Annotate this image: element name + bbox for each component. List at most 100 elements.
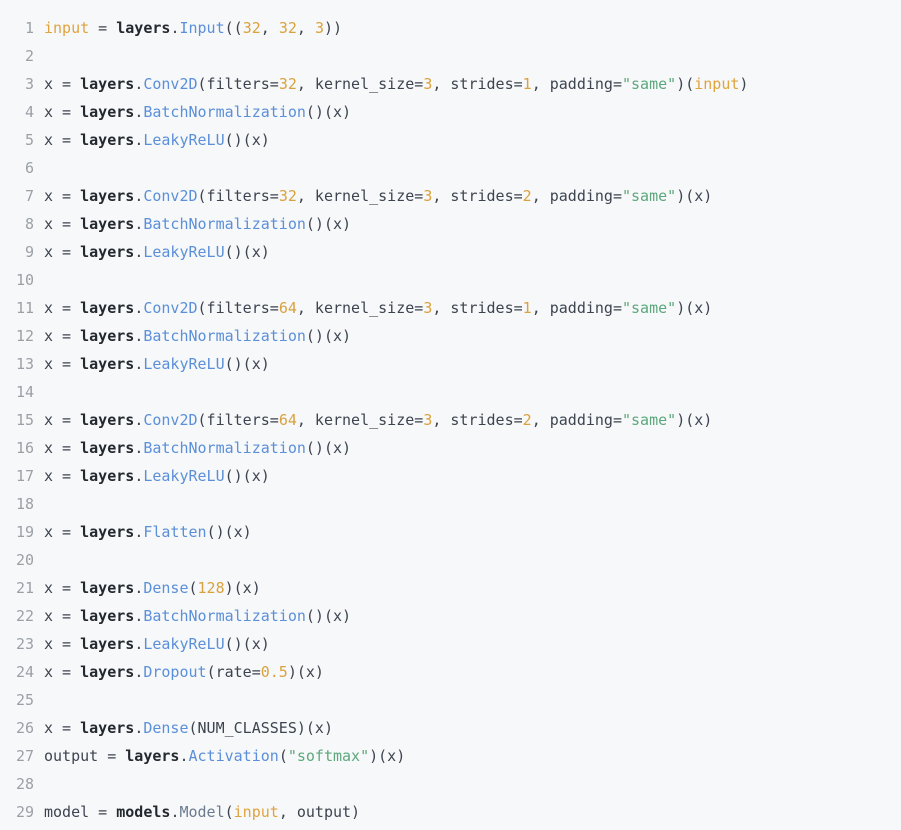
line-number: 9 <box>0 238 44 266</box>
line-number: 19 <box>0 518 44 546</box>
token-num: 32 <box>279 19 297 37</box>
line-number: 4 <box>0 98 44 126</box>
token-plain: (filters= <box>198 187 279 205</box>
code-line[interactable]: 21x = layers.Dense(128)(x) <box>0 574 901 602</box>
code-line[interactable]: 3x = layers.Conv2D(filters=32, kernel_si… <box>0 70 901 98</box>
token-plain: , padding= <box>532 411 622 429</box>
line-number: 27 <box>0 742 44 770</box>
code-line[interactable]: 26x = layers.Dense(NUM_CLASSES)(x) <box>0 714 901 742</box>
line-number: 1 <box>0 14 44 42</box>
token-plain: . <box>134 663 143 681</box>
code-block[interactable]: 1input = layers.Input((32, 32, 3))23x = … <box>0 0 901 830</box>
token-module: layers <box>80 467 134 485</box>
token-plain: (filters= <box>198 411 279 429</box>
token-num: 1 <box>523 299 532 317</box>
code-line[interactable]: 16x = layers.BatchNormalization()(x) <box>0 434 901 462</box>
line-number: 13 <box>0 350 44 378</box>
token-method: Conv2D <box>143 187 197 205</box>
token-plain: x = <box>44 439 80 457</box>
code-line-text: x = layers.Conv2D(filters=64, kernel_siz… <box>44 294 901 322</box>
token-str: "same" <box>622 411 676 429</box>
code-line[interactable]: 19x = layers.Flatten()(x) <box>0 518 901 546</box>
token-plain: . <box>134 411 143 429</box>
line-number: 6 <box>0 154 44 182</box>
token-module: layers <box>116 19 170 37</box>
token-plain: ()(x) <box>306 103 351 121</box>
code-line[interactable]: 1input = layers.Input((32, 32, 3)) <box>0 14 901 42</box>
code-line-text: x = layers.Conv2D(filters=64, kernel_siz… <box>44 406 901 434</box>
token-plain: . <box>134 579 143 597</box>
line-number: 17 <box>0 462 44 490</box>
line-number: 23 <box>0 630 44 658</box>
code-line[interactable]: 23x = layers.LeakyReLU()(x) <box>0 630 901 658</box>
code-line[interactable]: 22x = layers.BatchNormalization()(x) <box>0 602 901 630</box>
token-num: 3 <box>315 19 324 37</box>
line-number: 29 <box>0 798 44 826</box>
token-module: layers <box>80 215 134 233</box>
token-plain: )(x) <box>369 747 405 765</box>
code-line[interactable]: 15x = layers.Conv2D(filters=64, kernel_s… <box>0 406 901 434</box>
token-method: LeakyReLU <box>143 635 224 653</box>
code-line-text: input = layers.Input((32, 32, 3)) <box>44 14 901 42</box>
code-line[interactable]: 25 <box>0 686 901 714</box>
code-line[interactable]: 11x = layers.Conv2D(filters=64, kernel_s… <box>0 294 901 322</box>
token-plain: , <box>297 19 315 37</box>
token-plain: )(x) <box>288 663 324 681</box>
code-line[interactable]: 17x = layers.LeakyReLU()(x) <box>0 462 901 490</box>
code-line[interactable]: 24x = layers.Dropout(rate=0.5)(x) <box>0 658 901 686</box>
code-line-text: x = layers.LeakyReLU()(x) <box>44 350 901 378</box>
token-num: 3 <box>423 411 432 429</box>
token-method: LeakyReLU <box>143 355 224 373</box>
code-line[interactable]: 12x = layers.BatchNormalization()(x) <box>0 322 901 350</box>
code-line[interactable]: 9x = layers.LeakyReLU()(x) <box>0 238 901 266</box>
token-str: "softmax" <box>288 747 369 765</box>
code-line[interactable]: 5x = layers.LeakyReLU()(x) <box>0 126 901 154</box>
line-number: 12 <box>0 322 44 350</box>
token-plain: ( <box>189 579 198 597</box>
line-number: 24 <box>0 658 44 686</box>
token-num: 32 <box>279 75 297 93</box>
token-plain: output = <box>44 747 125 765</box>
line-number: 3 <box>0 70 44 98</box>
token-plain: x = <box>44 187 80 205</box>
code-line-text: x = layers.BatchNormalization()(x) <box>44 210 901 238</box>
token-plain: ()(x) <box>306 327 351 345</box>
code-line[interactable]: 14 <box>0 378 901 406</box>
token-builtin: input <box>694 75 739 93</box>
code-line-text: x = layers.Dense(128)(x) <box>44 574 901 602</box>
token-method: BatchNormalization <box>143 215 306 233</box>
token-plain: ()(x) <box>306 439 351 457</box>
code-line[interactable]: 18 <box>0 490 901 518</box>
code-line[interactable]: 8x = layers.BatchNormalization()(x) <box>0 210 901 238</box>
token-method: Activation <box>189 747 279 765</box>
token-plain: x = <box>44 327 80 345</box>
code-line-text: x = layers.LeakyReLU()(x) <box>44 238 901 266</box>
code-line-text: x = layers.Dropout(rate=0.5)(x) <box>44 658 901 686</box>
code-line[interactable]: 10 <box>0 266 901 294</box>
token-module: layers <box>80 299 134 317</box>
code-line[interactable]: 29model = models.Model(input, output) <box>0 798 901 826</box>
code-line[interactable]: 28 <box>0 770 901 798</box>
token-plain: ()(x) <box>306 607 351 625</box>
code-line[interactable]: 27output = layers.Activation("softmax")(… <box>0 742 901 770</box>
token-method: LeakyReLU <box>143 243 224 261</box>
token-method: BatchNormalization <box>143 327 306 345</box>
code-line[interactable]: 4x = layers.BatchNormalization()(x) <box>0 98 901 126</box>
line-number: 28 <box>0 770 44 798</box>
line-number: 15 <box>0 406 44 434</box>
code-line-text: output = layers.Activation("softmax")(x) <box>44 742 901 770</box>
code-line[interactable]: 7x = layers.Conv2D(filters=32, kernel_si… <box>0 182 901 210</box>
code-line[interactable]: 2 <box>0 42 901 70</box>
token-plain: )(x) <box>225 579 261 597</box>
code-line[interactable]: 13x = layers.LeakyReLU()(x) <box>0 350 901 378</box>
token-num: 3 <box>423 75 432 93</box>
line-number: 18 <box>0 490 44 518</box>
token-plain: (NUM_CLASSES)(x) <box>189 719 334 737</box>
line-number: 20 <box>0 546 44 574</box>
token-plain: , kernel_size= <box>297 75 423 93</box>
token-module: layers <box>80 187 134 205</box>
code-line[interactable]: 20 <box>0 546 901 574</box>
code-line[interactable]: 6 <box>0 154 901 182</box>
code-line-text: x = layers.LeakyReLU()(x) <box>44 126 901 154</box>
line-number: 8 <box>0 210 44 238</box>
